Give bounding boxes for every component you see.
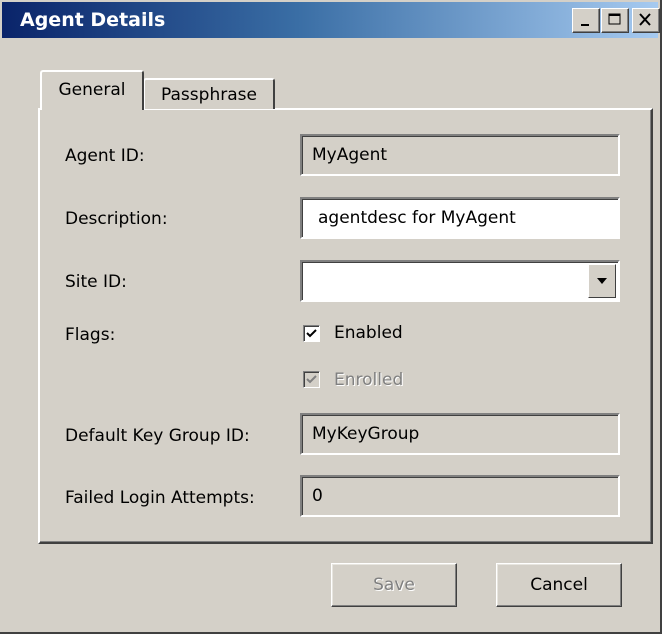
default-key-group-id-label: Default Key Group ID: (65, 426, 250, 446)
chevron-down-icon (597, 278, 607, 284)
agent-id-label: Agent ID: (65, 146, 145, 166)
site-id-dropdown-button[interactable] (588, 264, 616, 298)
tab-general[interactable]: General (40, 70, 144, 110)
title-bar[interactable]: Agent Details (2, 2, 660, 38)
maximize-button[interactable] (601, 8, 629, 33)
agent-details-window: Agent Details Passphrase General Agent I… (0, 0, 662, 634)
minimize-icon (581, 24, 589, 26)
enrolled-checkbox[interactable] (303, 371, 320, 388)
failed-login-attempts-field[interactable]: 0 (300, 475, 620, 517)
enabled-label[interactable]: Enabled (334, 323, 403, 343)
failed-login-attempts-label: Failed Login Attempts: (65, 488, 255, 508)
checkmark-icon (306, 329, 317, 338)
description-label: Description: (65, 209, 168, 229)
agent-id-field[interactable]: MyAgent (300, 134, 620, 176)
site-id-dropdown[interactable] (300, 260, 620, 302)
default-key-group-id-field[interactable]: MyKeyGroup (300, 413, 620, 455)
minimize-button[interactable] (572, 8, 600, 33)
enrolled-label: Enrolled (334, 370, 404, 390)
tab-passphrase[interactable]: Passphrase (143, 78, 275, 109)
enabled-checkbox[interactable] (303, 325, 320, 342)
maximize-icon (608, 13, 621, 25)
close-icon (639, 13, 651, 26)
site-id-label: Site ID: (65, 272, 127, 292)
cancel-button[interactable]: Cancel (496, 563, 622, 607)
save-button[interactable]: Save (331, 563, 457, 607)
checkmark-icon (306, 375, 317, 384)
description-input[interactable]: agentdesc for MyAgent (300, 197, 620, 239)
window-title: Agent Details (20, 9, 166, 31)
close-button[interactable] (632, 8, 660, 33)
flags-label: Flags: (65, 325, 116, 345)
